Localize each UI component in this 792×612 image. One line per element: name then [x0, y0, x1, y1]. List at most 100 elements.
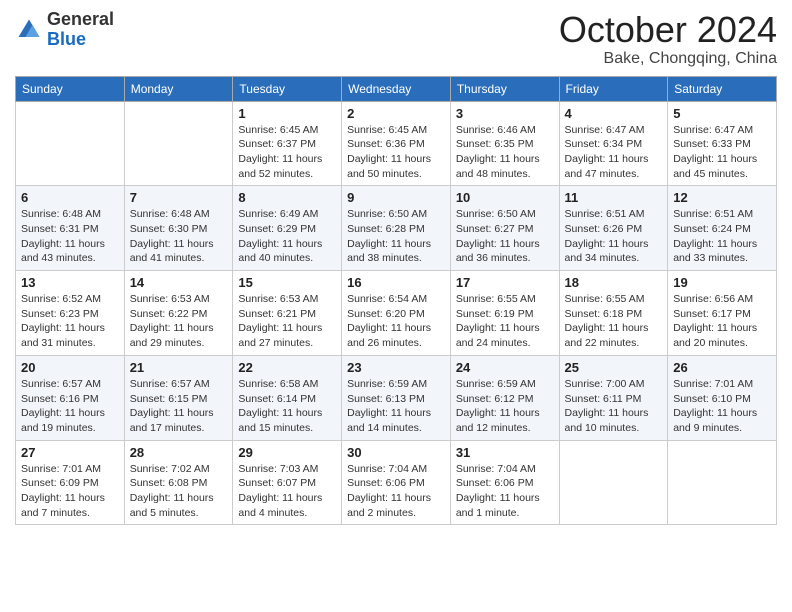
table-row: 19Sunrise: 6:56 AMSunset: 6:17 PMDayligh…: [668, 271, 777, 356]
day-number: 4: [565, 106, 663, 121]
day-info: Sunrise: 6:47 AMSunset: 6:34 PMDaylight:…: [565, 123, 663, 182]
day-info: Sunrise: 6:49 AMSunset: 6:29 PMDaylight:…: [238, 207, 336, 266]
table-row: 9 Sunrise: 6:50 AMSunset: 6:28 PMDaylight…: [342, 186, 451, 271]
day-info: Sunrise: 6:58 AMSunset: 6:14 PMDaylight:…: [238, 377, 336, 436]
header-wednesday: Wednesday: [342, 76, 451, 101]
table-row: 29 Sunrise: 7:03 AMSunset: 6:07 PMDayligh…: [233, 440, 342, 525]
header-monday: Monday: [124, 76, 233, 101]
day-info: Sunrise: 7:04 AMSunset: 6:06 PMDaylight:…: [456, 462, 554, 521]
table-row: 6Sunrise: 6:48 AMSunset: 6:31 PMDaylight…: [16, 186, 125, 271]
table-row: 15Sunrise: 6:53 AMSunset: 6:21 PMDayligh…: [233, 271, 342, 356]
day-info: Sunrise: 6:51 AMSunset: 6:24 PMDaylight:…: [673, 207, 771, 266]
header-thursday: Thursday: [450, 76, 559, 101]
day-number: 20: [21, 360, 119, 375]
table-row: 2 Sunrise: 6:45 AMSunset: 6:36 PMDaylight…: [342, 101, 451, 186]
day-number: 22: [238, 360, 336, 375]
table-row: 17 Sunrise: 6:55 AMSunset: 6:19 PMDayligh…: [450, 271, 559, 356]
day-number: 28: [130, 445, 228, 460]
day-number: 18: [565, 275, 663, 290]
table-row: [16, 101, 125, 186]
day-number: 10: [456, 190, 554, 205]
day-info: Sunrise: 7:01 AMSunset: 6:10 PMDaylight:…: [673, 377, 771, 436]
day-number: 21: [130, 360, 228, 375]
table-row: 7Sunrise: 6:48 AMSunset: 6:30 PMDaylight…: [124, 186, 233, 271]
day-number: 30: [347, 445, 445, 460]
day-info: Sunrise: 6:59 AMSunset: 6:12 PMDaylight:…: [456, 377, 554, 436]
table-row: [559, 440, 668, 525]
calendar-location: Bake, Chongqing, China: [559, 50, 777, 68]
day-number: 5: [673, 106, 771, 121]
day-number: 1: [238, 106, 336, 121]
table-row: 23Sunrise: 6:59 AMSunset: 6:13 PMDayligh…: [342, 355, 451, 440]
page: General Blue October 2024 Bake, Chongqin…: [0, 0, 792, 612]
day-info: Sunrise: 6:56 AMSunset: 6:17 PMDaylight:…: [673, 292, 771, 351]
day-info: Sunrise: 6:55 AMSunset: 6:19 PMDaylight:…: [456, 292, 554, 351]
day-number: 27: [21, 445, 119, 460]
day-info: Sunrise: 6:51 AMSunset: 6:26 PMDaylight:…: [565, 207, 663, 266]
day-info: Sunrise: 6:47 AMSunset: 6:33 PMDaylight:…: [673, 123, 771, 182]
table-row: 28 Sunrise: 7:02 AMSunset: 6:08 PMDayligh…: [124, 440, 233, 525]
day-info: Sunrise: 6:50 AMSunset: 6:27 PMDaylight:…: [456, 207, 554, 266]
table-row: 16 Sunrise: 6:54 AMSunset: 6:20 PMDayligh…: [342, 271, 451, 356]
table-row: 31 Sunrise: 7:04 AMSunset: 6:06 PMDayligh…: [450, 440, 559, 525]
day-number: 16: [347, 275, 445, 290]
day-number: 24: [456, 360, 554, 375]
header-friday: Friday: [559, 76, 668, 101]
day-info: Sunrise: 6:50 AMSunset: 6:28 PMDaylight:…: [347, 207, 445, 266]
table-row: 22 Sunrise: 6:58 AMSunset: 6:14 PMDayligh…: [233, 355, 342, 440]
day-info: Sunrise: 6:45 AMSunset: 6:37 PMDaylight:…: [238, 123, 336, 182]
calendar-table: Sunday Monday Tuesday Wednesday Thursday…: [15, 76, 777, 526]
calendar-week-5: 27Sunrise: 7:01 AMSunset: 6:09 PMDayligh…: [16, 440, 777, 525]
day-info: Sunrise: 7:03 AMSunset: 6:07 PMDaylight:…: [238, 462, 336, 521]
day-info: Sunrise: 6:48 AMSunset: 6:30 PMDaylight:…: [130, 207, 228, 266]
day-number: 12: [673, 190, 771, 205]
logo-blue-text: Blue: [47, 29, 86, 49]
table-row: 4 Sunrise: 6:47 AMSunset: 6:34 PMDaylight…: [559, 101, 668, 186]
day-number: 26: [673, 360, 771, 375]
calendar-week-3: 13Sunrise: 6:52 AMSunset: 6:23 PMDayligh…: [16, 271, 777, 356]
day-number: 2: [347, 106, 445, 121]
table-row: [668, 440, 777, 525]
day-number: 25: [565, 360, 663, 375]
logo-icon: [15, 16, 43, 44]
table-row: 20Sunrise: 6:57 AMSunset: 6:16 PMDayligh…: [16, 355, 125, 440]
title-block: October 2024 Bake, Chongqing, China: [559, 10, 777, 68]
day-number: 6: [21, 190, 119, 205]
day-number: 8: [238, 190, 336, 205]
day-info: Sunrise: 6:45 AMSunset: 6:36 PMDaylight:…: [347, 123, 445, 182]
table-row: 5 Sunrise: 6:47 AMSunset: 6:33 PMDaylight…: [668, 101, 777, 186]
table-row: 3 Sunrise: 6:46 AMSunset: 6:35 PMDaylight…: [450, 101, 559, 186]
table-row: 24 Sunrise: 6:59 AMSunset: 6:12 PMDayligh…: [450, 355, 559, 440]
header-tuesday: Tuesday: [233, 76, 342, 101]
day-info: Sunrise: 6:53 AMSunset: 6:22 PMDaylight:…: [130, 292, 228, 351]
day-info: Sunrise: 7:00 AMSunset: 6:11 PMDaylight:…: [565, 377, 663, 436]
calendar-week-2: 6Sunrise: 6:48 AMSunset: 6:31 PMDaylight…: [16, 186, 777, 271]
day-number: 15: [238, 275, 336, 290]
day-number: 14: [130, 275, 228, 290]
table-row: 30 Sunrise: 7:04 AMSunset: 6:06 PMDayligh…: [342, 440, 451, 525]
day-info: Sunrise: 6:46 AMSunset: 6:35 PMDaylight:…: [456, 123, 554, 182]
calendar-title: October 2024: [559, 10, 777, 50]
calendar-week-4: 20Sunrise: 6:57 AMSunset: 6:16 PMDayligh…: [16, 355, 777, 440]
day-number: 9: [347, 190, 445, 205]
day-number: 17: [456, 275, 554, 290]
table-row: 27Sunrise: 7:01 AMSunset: 6:09 PMDayligh…: [16, 440, 125, 525]
day-info: Sunrise: 6:59 AMSunset: 6:13 PMDaylight:…: [347, 377, 445, 436]
table-row: 26 Sunrise: 7:01 AMSunset: 6:10 PMDayligh…: [668, 355, 777, 440]
day-info: Sunrise: 6:55 AMSunset: 6:18 PMDaylight:…: [565, 292, 663, 351]
header: General Blue October 2024 Bake, Chongqin…: [15, 10, 777, 68]
day-number: 13: [21, 275, 119, 290]
day-info: Sunrise: 7:04 AMSunset: 6:06 PMDaylight:…: [347, 462, 445, 521]
table-row: 10 Sunrise: 6:50 AMSunset: 6:27 PMDayligh…: [450, 186, 559, 271]
day-number: 29: [238, 445, 336, 460]
table-row: 25 Sunrise: 7:00 AMSunset: 6:11 PMDayligh…: [559, 355, 668, 440]
day-info: Sunrise: 6:54 AMSunset: 6:20 PMDaylight:…: [347, 292, 445, 351]
logo-general-text: General: [47, 9, 114, 29]
header-saturday: Saturday: [668, 76, 777, 101]
logo: General Blue: [15, 10, 114, 50]
day-number: 3: [456, 106, 554, 121]
day-number: 31: [456, 445, 554, 460]
table-row: [124, 101, 233, 186]
day-info: Sunrise: 6:57 AMSunset: 6:15 PMDaylight:…: [130, 377, 228, 436]
day-info: Sunrise: 7:02 AMSunset: 6:08 PMDaylight:…: [130, 462, 228, 521]
